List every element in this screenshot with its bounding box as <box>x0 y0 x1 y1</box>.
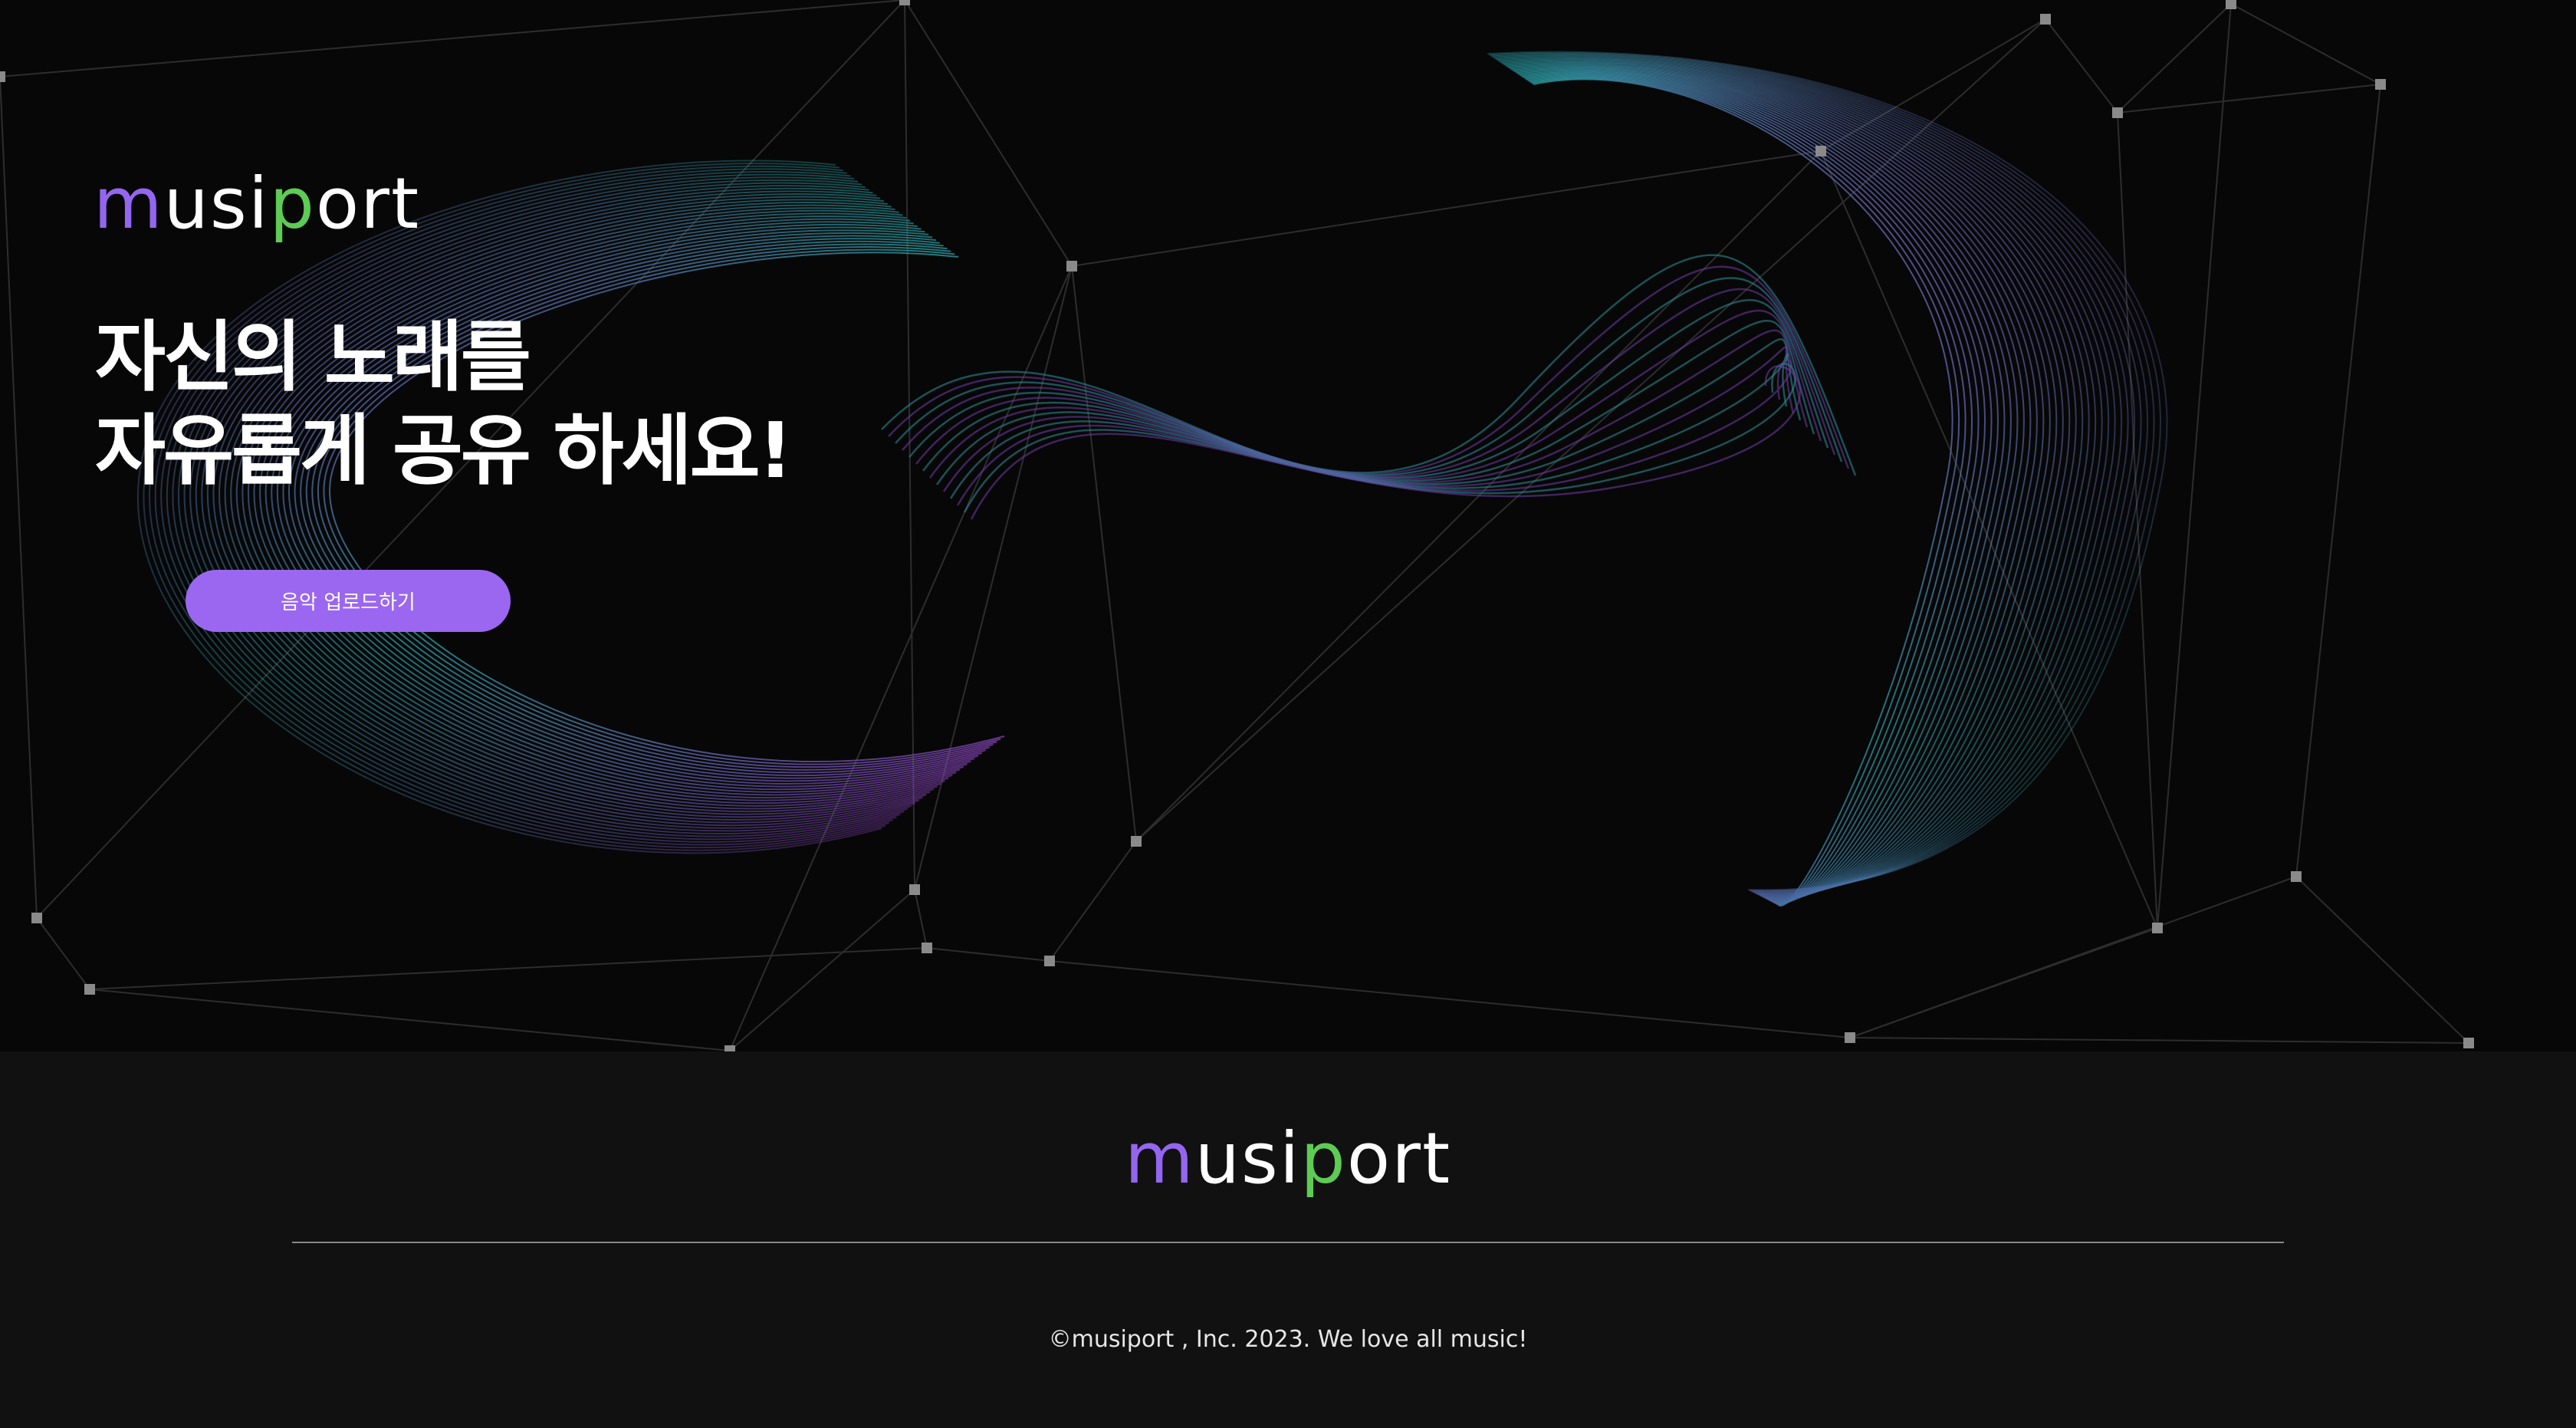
upload-music-button[interactable]: 음악 업로드하기 <box>186 570 511 632</box>
footer-logo[interactable]: musiport <box>0 1113 2576 1205</box>
logo-letter-m: m <box>1124 1117 1195 1199</box>
hero-headline: 자신의 노래를 자유롭게 공유 하세요! <box>95 311 793 498</box>
network-node-15 <box>1845 1032 1855 1043</box>
sound-wave-line-left-23 <box>195 187 919 827</box>
footer-divider <box>292 1242 2284 1243</box>
network-node-10 <box>1131 836 1142 847</box>
logo-letter-p: p <box>1300 1117 1347 1199</box>
logo-letters-ort: ort <box>315 163 421 245</box>
logo-letters-usi: usi <box>1194 1117 1301 1199</box>
hero-section: musiport 자신의 노래를 자유롭게 공유 하세요! 음악 업로드하기 <box>0 0 2576 1051</box>
logo-letter-p: p <box>269 163 316 245</box>
sound-wave-line-left-21 <box>206 193 927 821</box>
network-node-12 <box>1044 956 1055 966</box>
copyright-text: ©musiport , Inc. 2023. We love all music… <box>1048 1326 1528 1353</box>
footer: musiport ©musiport , Inc. 2023. We love … <box>0 1051 2576 1428</box>
network-node-2 <box>2226 0 2236 9</box>
sound-wave-line-right-24 <box>1500 58 2110 895</box>
sound-wave-line-right-29 <box>1493 54 2142 893</box>
network-node-16 <box>2463 1038 2474 1048</box>
network-node-6 <box>1066 261 1077 271</box>
sound-wave-line-right-19 <box>1506 63 2077 898</box>
network-node-9 <box>909 884 920 895</box>
network-node-14 <box>2152 923 2163 933</box>
network-node-11 <box>922 943 932 953</box>
network-node-0 <box>899 0 910 5</box>
network-node-18 <box>0 71 5 82</box>
network-node-7 <box>31 913 42 923</box>
network-node-1 <box>2040 14 2051 25</box>
sound-wave-line-right-31 <box>1490 52 2155 892</box>
sound-wave-line-right-30 <box>1491 53 2148 893</box>
network-node-4 <box>2112 107 2123 118</box>
sound-wave-line-right-20 <box>1505 62 2084 897</box>
logo-letters-usi: usi <box>163 163 270 245</box>
sound-wave-line-left-29 <box>160 171 897 843</box>
sound-wave-strand-5 <box>915 309 1822 481</box>
sound-wave-line-right-32 <box>1488 51 2161 891</box>
sound-wave-line-left-22 <box>201 190 923 824</box>
network-node-5 <box>1815 146 1826 156</box>
network-node-17 <box>724 1045 735 1051</box>
headline-line-2: 자유롭게 공유 하세요! <box>95 406 793 495</box>
network-node-8 <box>84 984 95 995</box>
network-node-13 <box>2291 871 2302 882</box>
logo-letters-ort: ort <box>1346 1117 1452 1199</box>
sound-wave-strand-9 <box>942 346 1795 492</box>
network-node-3 <box>2375 79 2386 90</box>
sound-wave-strand-13 <box>970 365 1801 520</box>
sound-wave-strand-2 <box>895 277 1843 476</box>
hero-logo[interactable]: musiport <box>94 158 420 250</box>
sound-wave-line-right-21 <box>1503 61 2090 897</box>
logo-letter-m: m <box>94 163 164 245</box>
headline-line-1: 자신의 노래를 <box>95 312 531 402</box>
